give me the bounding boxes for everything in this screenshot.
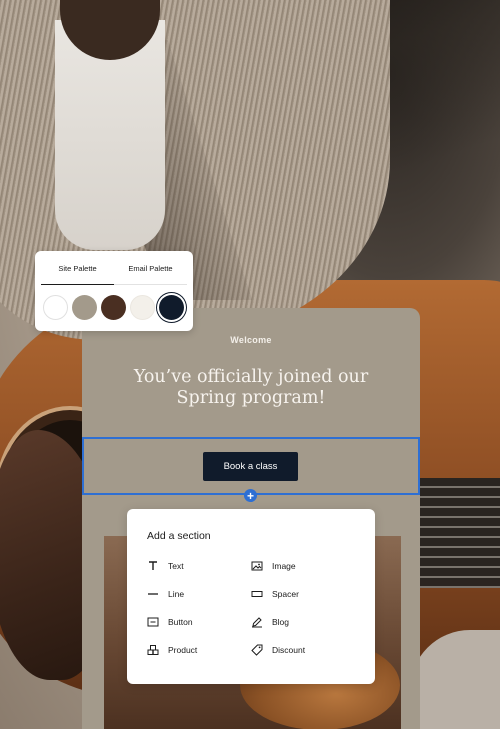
- tab-email-palette[interactable]: Email Palette: [114, 264, 187, 285]
- item-label: Text: [168, 561, 184, 571]
- add-button-option[interactable]: Button: [147, 615, 193, 629]
- item-label: Discount: [272, 645, 306, 655]
- panel-title: Add a section: [147, 530, 211, 542]
- add-blog-option[interactable]: Blog: [251, 615, 289, 629]
- swatch-white[interactable]: [43, 295, 68, 320]
- add-block-handle[interactable]: +: [244, 489, 257, 502]
- add-text-option[interactable]: Text: [147, 559, 184, 573]
- tab-site-palette[interactable]: Site Palette: [41, 264, 114, 285]
- item-label: Product: [168, 645, 198, 655]
- add-section-panel: Add a section Text Image Line Spacer But…: [127, 509, 375, 684]
- add-discount-option[interactable]: Discount: [251, 643, 305, 657]
- button-icon: [147, 616, 159, 628]
- swatch-navy-selected[interactable]: [159, 295, 184, 320]
- swatch-taupe[interactable]: [72, 295, 97, 320]
- item-label: Image: [272, 561, 296, 571]
- welcome-text[interactable]: Welcome: [82, 335, 420, 345]
- discount-icon: [251, 644, 263, 656]
- book-class-button[interactable]: Book a class: [203, 452, 298, 481]
- swatch-cream[interactable]: [130, 295, 155, 320]
- line-icon: [147, 588, 159, 600]
- item-label: Line: [168, 589, 185, 599]
- item-label: Button: [168, 617, 193, 627]
- image-icon: [251, 560, 263, 572]
- product-icon: [147, 644, 159, 656]
- spacer-icon: [251, 588, 263, 600]
- add-image-option[interactable]: Image: [251, 559, 296, 573]
- add-line-option[interactable]: Line: [147, 587, 184, 601]
- add-product-option[interactable]: Product: [147, 643, 197, 657]
- item-label: Spacer: [272, 589, 299, 599]
- swatch-brown[interactable]: [101, 295, 126, 320]
- add-spacer-option[interactable]: Spacer: [251, 587, 299, 601]
- blog-icon: [251, 616, 263, 628]
- headline-text[interactable]: You’ve officially joined our Spring prog…: [110, 367, 392, 409]
- palette-popover: Site Palette Email Palette: [35, 251, 193, 331]
- item-label: Blog: [272, 617, 290, 627]
- text-icon: [147, 560, 159, 572]
